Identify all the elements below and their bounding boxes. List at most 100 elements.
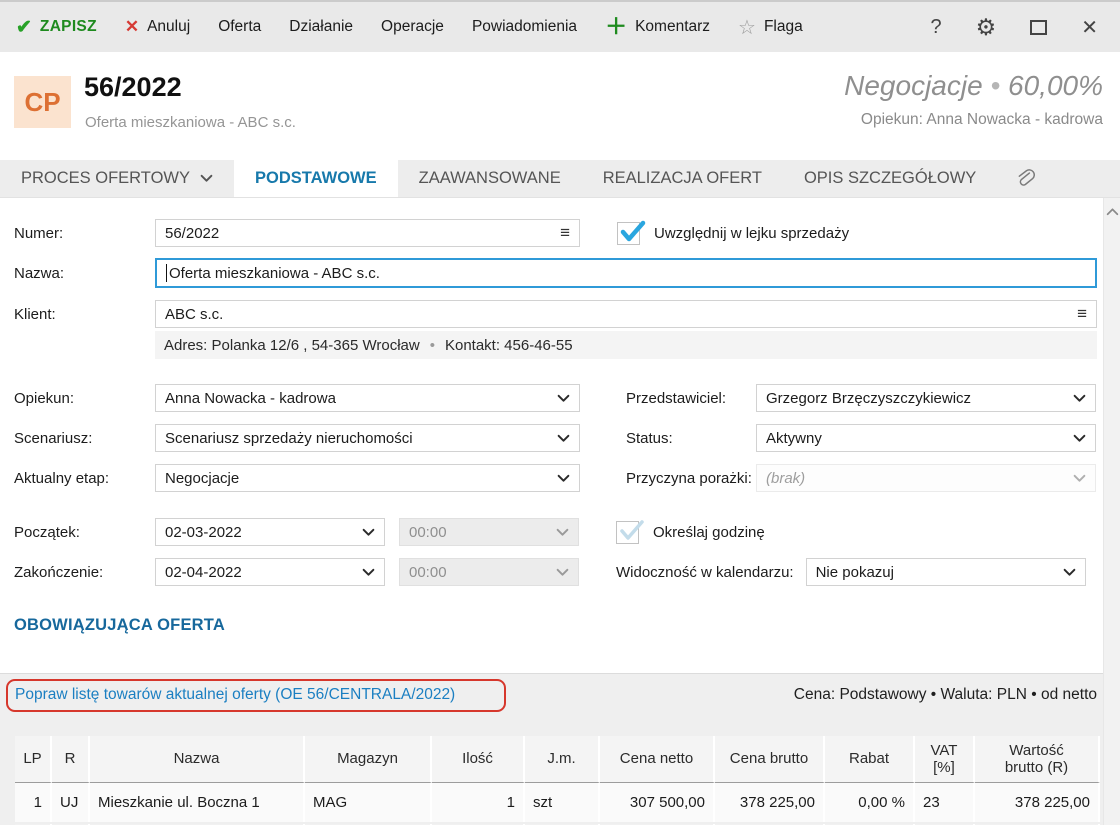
cancel-button-label: Anuluj	[147, 18, 190, 36]
close-icon[interactable]: ✕	[1081, 15, 1098, 40]
porazka-select[interactable]: (brak)	[756, 464, 1096, 492]
save-button[interactable]: ✔ ZAPISZ	[16, 16, 97, 39]
tab-opis-szczegolowy[interactable]: OPIS SZCZEGÓŁOWY	[783, 160, 997, 197]
tab-realizacja-ofert[interactable]: REALIZACJA OFERT	[582, 160, 783, 197]
klient-input[interactable]: ABC s.c. ≡	[155, 300, 1097, 328]
vertical-scrollbar[interactable]	[1103, 198, 1120, 825]
godzina-checkbox-group[interactable]: Określaj godzinę	[616, 521, 765, 544]
cell-cena-brutto: 378 225,00	[715, 783, 825, 822]
status-select[interactable]: Aktywny	[756, 424, 1096, 452]
help-icon[interactable]: ?	[930, 16, 941, 39]
menu-oferta-label: Oferta	[218, 18, 261, 36]
chevron-down-icon	[556, 568, 569, 577]
funnel-checkbox[interactable]	[617, 222, 640, 245]
klient-contact: Kontakt: 456-46-55	[445, 337, 573, 354]
col-magazyn[interactable]: Magazyn	[305, 736, 432, 783]
col-lp[interactable]: LP	[15, 736, 52, 783]
zakonczenie-date-select[interactable]: 02-04-2022	[155, 558, 385, 586]
flag-label: Flaga	[764, 18, 803, 36]
chevron-down-icon	[556, 528, 569, 537]
etap-label: Aktualny etap:	[14, 470, 155, 487]
cell-ilosc: 1	[432, 783, 525, 822]
separator-dot: •	[430, 337, 435, 354]
funnel-checkbox-label: Uwzględnij w lejku sprzedaży	[654, 225, 849, 242]
maximize-icon[interactable]	[1030, 20, 1047, 35]
flag-button[interactable]: ☆ Flaga	[738, 15, 803, 40]
attachments-tab[interactable]	[997, 160, 1053, 197]
col-cena-netto[interactable]: Cena netto	[600, 736, 715, 783]
tab-podstawowe-label: PODSTAWOWE	[255, 169, 377, 188]
check-icon: ✔	[16, 16, 32, 39]
godzina-checkbox-label: Określaj godzinę	[653, 524, 765, 541]
document-subtitle: Oferta mieszkaniowa - ABC s.c.	[85, 114, 296, 131]
col-rabat[interactable]: Rabat	[825, 736, 915, 783]
tab-zaawansowane[interactable]: ZAAWANSOWANE	[398, 160, 582, 197]
document-number: 56/2022	[84, 72, 182, 103]
cell-wartosc-brutto: 378 225,00	[975, 783, 1100, 822]
list-select-icon[interactable]: ≡	[1077, 304, 1087, 324]
menu-operacje[interactable]: Operacje	[381, 18, 444, 36]
stage-probability: Negocjacje • 60,00%	[844, 70, 1103, 102]
scenariusz-value: Scenariusz sprzedaży nieruchomości	[165, 430, 549, 447]
col-cena-brutto[interactable]: Cena brutto	[715, 736, 825, 783]
klient-value: ABC s.c.	[165, 306, 1069, 323]
col-jm[interactable]: J.m.	[525, 736, 600, 783]
przedstawiciel-select[interactable]: Grzegorz Brzęczyszczykiewicz	[756, 384, 1096, 412]
poczatek-date-select[interactable]: 02-03-2022	[155, 518, 385, 546]
poczatek-time-select: 00:00	[399, 518, 579, 546]
gear-icon[interactable]: ⚙	[976, 14, 997, 41]
nazwa-label: Nazwa:	[14, 265, 155, 282]
cell-cena-netto: 307 500,00	[600, 783, 715, 822]
kalendarz-select[interactable]: Nie pokazuj	[806, 558, 1086, 586]
star-icon: ☆	[738, 15, 756, 40]
col-wartosc-brutto[interactable]: Wartość brutto (R)	[975, 736, 1100, 783]
menu-powiadomienia[interactable]: Powiadomienia	[472, 18, 577, 36]
cancel-button[interactable]: ✕ Anuluj	[125, 17, 190, 37]
table-header-row: LP R Nazwa Magazyn Ilość J.m. Cena netto…	[15, 736, 1100, 783]
cell-jm: szt	[525, 783, 600, 822]
tab-bar: PROCES OFERTOWY PODSTAWOWE ZAAWANSOWANE …	[0, 160, 1120, 198]
menu-oferta[interactable]: Oferta	[218, 18, 261, 36]
chevron-down-icon	[362, 568, 375, 577]
porazka-value: (brak)	[766, 470, 1065, 487]
zakonczenie-date-value: 02-04-2022	[165, 564, 354, 581]
scroll-up-icon[interactable]	[1106, 207, 1119, 216]
godzina-checkbox[interactable]	[616, 521, 639, 544]
chevron-down-icon	[557, 474, 570, 483]
tab-podstawowe[interactable]: PODSTAWOWE	[234, 160, 398, 197]
col-ilosc[interactable]: Ilość	[432, 736, 525, 783]
price-settings-summary: Cena: Podstawowy • Waluta: PLN • od nett…	[794, 686, 1097, 704]
list-select-icon[interactable]: ≡	[560, 223, 570, 243]
col-nazwa[interactable]: Nazwa	[90, 736, 305, 783]
col-vat[interactable]: VAT [%]	[915, 736, 975, 783]
offer-items-table: LP R Nazwa Magazyn Ilość J.m. Cena netto…	[15, 736, 1100, 825]
poczatek-label: Początek:	[14, 524, 155, 541]
chevron-down-icon	[557, 394, 570, 403]
menu-dzialanie[interactable]: Działanie	[289, 18, 353, 36]
etap-select[interactable]: Negocjacje	[155, 464, 580, 492]
add-comment-button[interactable]: ＋ Komentarz	[605, 16, 710, 38]
save-button-label: ZAPISZ	[40, 18, 97, 36]
chevron-down-icon	[1063, 568, 1076, 577]
table-row[interactable]: 1 UJ Mieszkanie ul. Boczna 1 MAG 1 szt 3…	[15, 783, 1100, 822]
edit-offer-items-link[interactable]: Popraw listę towarów aktualnej oferty (O…	[15, 686, 455, 704]
numer-input[interactable]: 56/2022 ≡	[155, 219, 580, 247]
tab-proces-ofertowy-label: PROCES OFERTOWY	[21, 169, 190, 188]
klient-info-strip: Adres: Polanka 12/6 , 54-365 Wrocław • K…	[155, 331, 1097, 359]
nazwa-value: Oferta mieszkaniowa - ABC s.c.	[169, 265, 1086, 282]
etap-value: Negocjacje	[165, 470, 549, 487]
cell-lp: 1	[15, 783, 52, 822]
zakonczenie-time-select: 00:00	[399, 558, 579, 586]
menu-powiadomienia-label: Powiadomienia	[472, 18, 577, 36]
opiekun-select[interactable]: Anna Nowacka - kadrowa	[155, 384, 580, 412]
nazwa-input[interactable]: Oferta mieszkaniowa - ABC s.c.	[155, 258, 1097, 288]
col-r[interactable]: R	[52, 736, 90, 783]
status-label: Status:	[626, 430, 756, 447]
form-panel: Numer: 56/2022 ≡ Uwzględnij w lejku sprz…	[0, 219, 1120, 825]
tab-proces-ofertowy[interactable]: PROCES OFERTOWY	[0, 160, 234, 197]
chevron-down-icon	[1073, 474, 1086, 483]
funnel-checkbox-group[interactable]: Uwzględnij w lejku sprzedaży	[617, 222, 849, 245]
text-cursor	[166, 264, 167, 282]
check-icon	[618, 517, 646, 543]
scenariusz-select[interactable]: Scenariusz sprzedaży nieruchomości	[155, 424, 580, 452]
